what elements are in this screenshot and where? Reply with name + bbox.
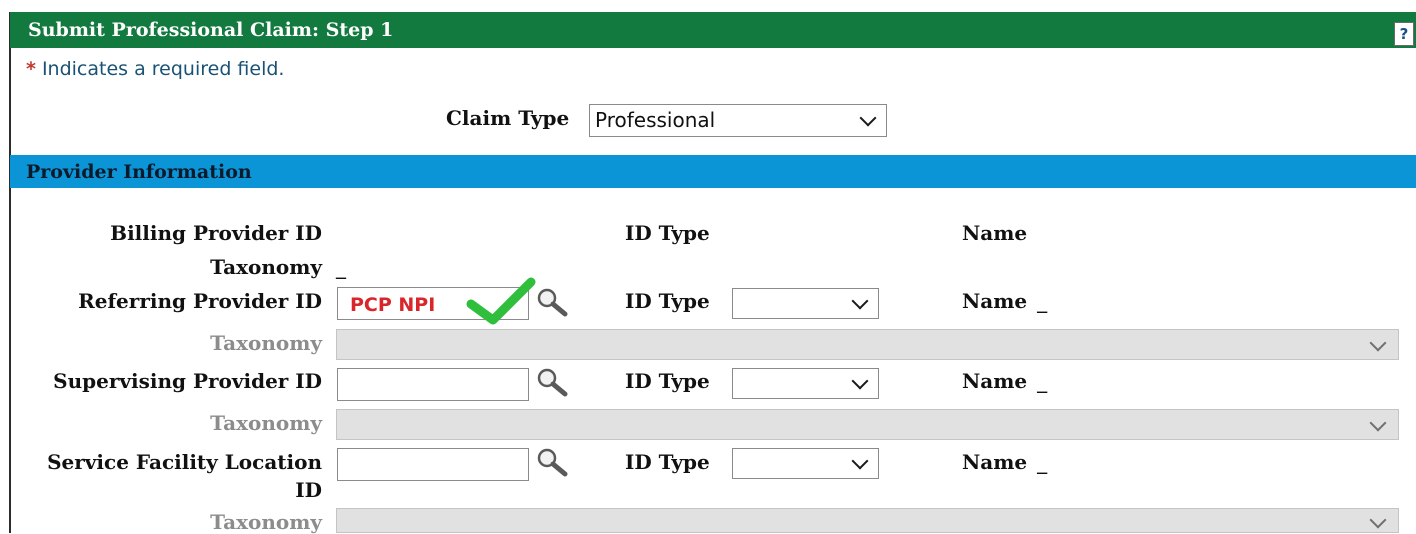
referring-taxonomy-label: Taxonomy bbox=[210, 331, 322, 355]
billing-provider-id-label: Billing Provider ID bbox=[110, 221, 322, 245]
supervising-name-label-text: Name bbox=[962, 369, 1028, 393]
referring-taxonomy-select[interactable] bbox=[336, 329, 1399, 360]
supervising-taxonomy-label: Taxonomy bbox=[210, 411, 322, 435]
referring-name-label-text: Name bbox=[962, 289, 1028, 313]
page-title: Submit Professional Claim: Step 1 bbox=[28, 19, 394, 41]
service-facility-id-input[interactable] bbox=[337, 448, 529, 481]
supervising-id-type-select[interactable] bbox=[732, 368, 879, 399]
service-facility-name-label-text: Name bbox=[962, 450, 1028, 474]
chevron-down-icon bbox=[851, 292, 869, 310]
claim-type-value: Professional bbox=[595, 108, 716, 132]
chevron-down-icon bbox=[851, 452, 869, 470]
service-facility-name-value: _ bbox=[1037, 450, 1048, 474]
chevron-down-icon bbox=[859, 109, 877, 127]
billing-taxonomy-value: _ bbox=[336, 255, 346, 279]
pcp-npi-annotation: PCP NPI bbox=[350, 294, 436, 316]
chevron-down-icon bbox=[1369, 414, 1387, 432]
service-facility-label-line2: ID bbox=[295, 478, 322, 502]
magnifier-icon[interactable] bbox=[535, 447, 569, 479]
chevron-down-icon bbox=[1369, 334, 1387, 352]
required-field-note: * Indicates a required field. bbox=[26, 58, 284, 80]
provider-information-header: Provider Information bbox=[10, 155, 1416, 188]
claim-type-select[interactable]: Professional bbox=[589, 104, 887, 137]
referring-name-value: _ bbox=[1037, 289, 1048, 313]
billing-id-type-label: ID Type bbox=[625, 221, 710, 245]
left-border bbox=[9, 12, 11, 533]
required-star: * bbox=[26, 58, 36, 80]
billing-taxonomy-label: Taxonomy bbox=[210, 255, 322, 279]
billing-name-label: Name bbox=[962, 221, 1028, 245]
referring-provider-id-label: Referring Provider ID bbox=[78, 289, 322, 313]
service-facility-taxonomy-label: Taxonomy bbox=[210, 510, 322, 534]
supervising-id-type-label: ID Type bbox=[625, 369, 710, 393]
referring-id-type-select[interactable] bbox=[732, 288, 879, 319]
supervising-provider-id-label: Supervising Provider ID bbox=[53, 369, 322, 393]
magnifier-icon[interactable] bbox=[535, 287, 569, 319]
supervising-name-value: _ bbox=[1037, 369, 1048, 393]
claim-form: Submit Professional Claim: Step 1 ? * Ind… bbox=[0, 0, 1416, 534]
service-facility-name-label: Name _ bbox=[962, 450, 1047, 474]
supervising-provider-id-input[interactable] bbox=[337, 368, 529, 401]
service-facility-id-type-label: ID Type bbox=[625, 450, 710, 474]
chevron-down-icon bbox=[1369, 511, 1387, 529]
referring-id-type-label: ID Type bbox=[625, 289, 710, 313]
claim-type-label: Claim Type bbox=[446, 106, 570, 130]
supervising-name-label: Name _ bbox=[962, 369, 1047, 393]
referring-name-label: Name _ bbox=[962, 289, 1047, 313]
required-note-text: Indicates a required field. bbox=[41, 58, 285, 80]
supervising-taxonomy-select[interactable] bbox=[336, 409, 1399, 440]
section-title: Provider Information bbox=[26, 161, 252, 183]
question-icon[interactable]: ? bbox=[1394, 22, 1414, 46]
service-facility-id-type-select[interactable] bbox=[732, 448, 879, 479]
title-bar: Submit Professional Claim: Step 1 ? bbox=[10, 12, 1416, 48]
checkmark-icon bbox=[466, 277, 536, 325]
service-facility-label-line1: Service Facility Location bbox=[47, 450, 322, 474]
chevron-down-icon bbox=[851, 372, 869, 390]
magnifier-icon[interactable] bbox=[535, 367, 569, 399]
service-facility-taxonomy-select[interactable] bbox=[336, 508, 1399, 533]
